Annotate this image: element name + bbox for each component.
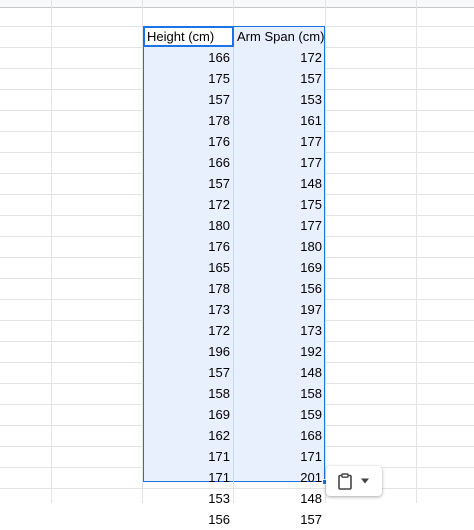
height-cell[interactable]: 171 [144,468,233,488]
height-cell[interactable]: 196 [144,342,233,362]
arm-span-cell[interactable]: 180 [234,237,325,257]
height-cell[interactable]: 175 [144,69,233,89]
arm-span-cell[interactable]: 161 [234,111,325,131]
arm-span-cell[interactable]: 173 [234,321,325,341]
caret-down-icon[interactable] [360,478,370,484]
header-cell-height[interactable]: Height (cm) [144,27,233,47]
arm-span-cell[interactable]: 156 [234,279,325,299]
arm-span-cell[interactable]: 172 [234,48,325,68]
column-gridline [325,0,326,503]
arm-span-cell[interactable]: 175 [234,195,325,215]
height-cell[interactable]: 157 [144,90,233,110]
height-cell[interactable]: 157 [144,174,233,194]
arm-span-cell[interactable]: 177 [234,153,325,173]
arm-span-cell[interactable]: 197 [234,300,325,320]
paste-options-button[interactable] [326,466,382,496]
arm-span-cell[interactable]: 148 [234,174,325,194]
height-cell[interactable]: 171 [144,447,233,467]
column-header-strip [0,0,474,8]
column-gridline [51,0,52,503]
height-cell[interactable]: 166 [144,48,233,68]
arm-span-cell[interactable]: 177 [234,132,325,152]
height-cell[interactable]: 178 [144,279,233,299]
arm-span-cell[interactable]: 148 [234,363,325,383]
arm-span-cell[interactable]: 159 [234,405,325,425]
arm-span-cell[interactable]: 148 [234,489,325,509]
height-cell[interactable]: 176 [144,132,233,152]
height-cell[interactable]: 153 [144,489,233,509]
height-cell[interactable]: 158 [144,384,233,404]
height-cell[interactable]: 180 [144,216,233,236]
arm-span-cell[interactable]: 171 [234,447,325,467]
arm-span-cell[interactable]: 201 [234,468,325,488]
height-cell[interactable]: 172 [144,195,233,215]
height-cell[interactable]: 162 [144,426,233,446]
arm-span-cell[interactable]: 157 [234,510,325,530]
height-cell[interactable]: 156 [144,510,233,530]
clipboard-icon [338,472,352,490]
arm-span-cell[interactable]: 153 [234,90,325,110]
height-cell[interactable]: 166 [144,153,233,173]
height-cell[interactable]: 172 [144,321,233,341]
height-cell[interactable]: 173 [144,300,233,320]
arm-span-cell[interactable]: 157 [234,69,325,89]
column-gridline [416,0,417,503]
arm-span-cell[interactable]: 169 [234,258,325,278]
height-cell[interactable]: 178 [144,111,233,131]
arm-span-cell[interactable]: 158 [234,384,325,404]
arm-span-cell[interactable]: 177 [234,216,325,236]
arm-span-cell[interactable]: 168 [234,426,325,446]
height-cell[interactable]: 169 [144,405,233,425]
height-cell[interactable]: 157 [144,363,233,383]
height-cell[interactable]: 165 [144,258,233,278]
header-cell-arm-span[interactable]: Arm Span (cm) [234,27,325,47]
height-cell[interactable]: 176 [144,237,233,257]
arm-span-cell[interactable]: 192 [234,342,325,362]
spreadsheet-grid: Height (cm) Arm Span (cm) 166 172 175 157 15… [0,0,474,527]
